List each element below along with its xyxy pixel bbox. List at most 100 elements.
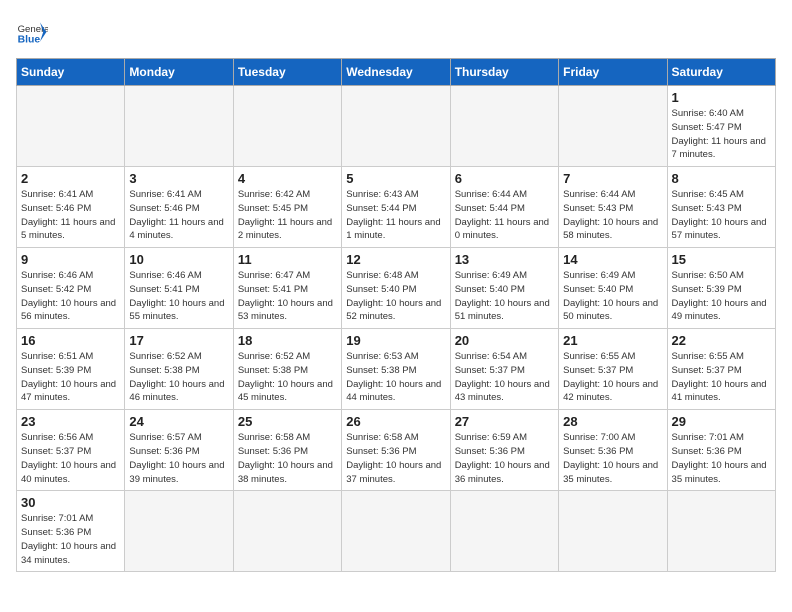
calendar-cell: 2 Sunrise: 6:41 AMSunset: 5:46 PMDaylight…: [17, 167, 125, 248]
calendar-cell: 17 Sunrise: 6:52 AMSunset: 5:38 PMDayligh…: [125, 329, 233, 410]
calendar-cell: 27 Sunrise: 6:59 AMSunset: 5:36 PMDayligh…: [450, 410, 558, 491]
calendar-cell: [450, 491, 558, 572]
day-number: 12: [346, 252, 445, 267]
day-number: 30: [21, 495, 120, 510]
day-number: 20: [455, 333, 554, 348]
day-info: Sunrise: 6:48 AMSunset: 5:40 PMDaylight:…: [346, 269, 445, 324]
calendar-week-0: 1 Sunrise: 6:40 AMSunset: 5:47 PMDaylight…: [17, 86, 776, 167]
day-info: Sunrise: 6:59 AMSunset: 5:36 PMDaylight:…: [455, 431, 554, 486]
calendar-cell: 24 Sunrise: 6:57 AMSunset: 5:36 PMDayligh…: [125, 410, 233, 491]
calendar-cell: [559, 491, 667, 572]
day-number: 27: [455, 414, 554, 429]
calendar-cell: 11Sunrise: 6:47 AMSunset: 5:41 PMDayligh…: [233, 248, 341, 329]
calendar-cell: 12 Sunrise: 6:48 AMSunset: 5:40 PMDayligh…: [342, 248, 450, 329]
calendar-cell: 4Sunrise: 6:42 AMSunset: 5:45 PMDaylight…: [233, 167, 341, 248]
day-number: 8: [672, 171, 771, 186]
calendar-cell: 1 Sunrise: 6:40 AMSunset: 5:47 PMDaylight…: [667, 86, 775, 167]
calendar-cell: [125, 491, 233, 572]
calendar-cell: 30Sunrise: 7:01 AMSunset: 5:36 PMDayligh…: [17, 491, 125, 572]
calendar-cell: 29 Sunrise: 7:01 AMSunset: 5:36 PMDayligh…: [667, 410, 775, 491]
day-info: Sunrise: 6:40 AMSunset: 5:47 PMDaylight:…: [672, 107, 771, 162]
day-info: Sunrise: 6:46 AMSunset: 5:41 PMDaylight:…: [129, 269, 228, 324]
day-number: 9: [21, 252, 120, 267]
day-info: Sunrise: 6:43 AMSunset: 5:44 PMDaylight:…: [346, 188, 445, 243]
calendar-cell: 6 Sunrise: 6:44 AMSunset: 5:44 PMDaylight…: [450, 167, 558, 248]
day-header-monday: Monday: [125, 59, 233, 86]
day-number: 7: [563, 171, 662, 186]
day-info: Sunrise: 6:52 AMSunset: 5:38 PMDaylight:…: [129, 350, 228, 405]
day-number: 1: [672, 90, 771, 105]
logo-icon: General Blue: [16, 16, 48, 48]
day-number: 4: [238, 171, 337, 186]
day-number: 16: [21, 333, 120, 348]
day-number: 18: [238, 333, 337, 348]
calendar-cell: 10 Sunrise: 6:46 AMSunset: 5:41 PMDayligh…: [125, 248, 233, 329]
day-number: 3: [129, 171, 228, 186]
calendar-cell: 15 Sunrise: 6:50 AMSunset: 5:39 PMDayligh…: [667, 248, 775, 329]
calendar-cell: 9Sunrise: 6:46 AMSunset: 5:42 PMDaylight…: [17, 248, 125, 329]
day-header-thursday: Thursday: [450, 59, 558, 86]
calendar-cell: 22Sunrise: 6:55 AMSunset: 5:37 PMDayligh…: [667, 329, 775, 410]
day-info: Sunrise: 6:41 AMSunset: 5:46 PMDaylight:…: [129, 188, 228, 243]
day-number: 26: [346, 414, 445, 429]
day-number: 10: [129, 252, 228, 267]
calendar-cell: 25Sunrise: 6:58 AMSunset: 5:36 PMDayligh…: [233, 410, 341, 491]
calendar-cell: 28Sunrise: 7:00 AMSunset: 5:36 PMDayligh…: [559, 410, 667, 491]
day-number: 13: [455, 252, 554, 267]
calendar-week-5: 30Sunrise: 7:01 AMSunset: 5:36 PMDayligh…: [17, 491, 776, 572]
day-info: Sunrise: 6:58 AMSunset: 5:36 PMDaylight:…: [238, 431, 337, 486]
calendar-cell: 26 Sunrise: 6:58 AMSunset: 5:36 PMDayligh…: [342, 410, 450, 491]
svg-text:Blue: Blue: [18, 34, 41, 45]
calendar-header-row: SundayMondayTuesdayWednesdayThursdayFrid…: [17, 59, 776, 86]
day-info: Sunrise: 6:55 AMSunset: 5:37 PMDaylight:…: [563, 350, 662, 405]
day-number: 14: [563, 252, 662, 267]
day-info: Sunrise: 7:00 AMSunset: 5:36 PMDaylight:…: [563, 431, 662, 486]
day-number: 2: [21, 171, 120, 186]
day-number: 21: [563, 333, 662, 348]
calendar-cell: 20 Sunrise: 6:54 AMSunset: 5:37 PMDayligh…: [450, 329, 558, 410]
calendar-week-1: 2 Sunrise: 6:41 AMSunset: 5:46 PMDaylight…: [17, 167, 776, 248]
day-info: Sunrise: 6:58 AMSunset: 5:36 PMDaylight:…: [346, 431, 445, 486]
day-info: Sunrise: 6:44 AMSunset: 5:43 PMDaylight:…: [563, 188, 662, 243]
calendar-cell: [125, 86, 233, 167]
day-number: 24: [129, 414, 228, 429]
day-info: Sunrise: 6:51 AMSunset: 5:39 PMDaylight:…: [21, 350, 120, 405]
calendar-cell: 14 Sunrise: 6:49 AMSunset: 5:40 PMDayligh…: [559, 248, 667, 329]
day-number: 17: [129, 333, 228, 348]
day-info: Sunrise: 6:54 AMSunset: 5:37 PMDaylight:…: [455, 350, 554, 405]
day-info: Sunrise: 6:52 AMSunset: 5:38 PMDaylight:…: [238, 350, 337, 405]
calendar-cell: [17, 86, 125, 167]
calendar-cell: 7 Sunrise: 6:44 AMSunset: 5:43 PMDaylight…: [559, 167, 667, 248]
day-info: Sunrise: 6:44 AMSunset: 5:44 PMDaylight:…: [455, 188, 554, 243]
day-info: Sunrise: 6:53 AMSunset: 5:38 PMDaylight:…: [346, 350, 445, 405]
calendar-cell: 13 Sunrise: 6:49 AMSunset: 5:40 PMDayligh…: [450, 248, 558, 329]
calendar-table: SundayMondayTuesdayWednesdayThursdayFrid…: [16, 58, 776, 572]
calendar-cell: 23Sunrise: 6:56 AMSunset: 5:37 PMDayligh…: [17, 410, 125, 491]
calendar-cell: [559, 86, 667, 167]
calendar-cell: [233, 491, 341, 572]
day-info: Sunrise: 6:41 AMSunset: 5:46 PMDaylight:…: [21, 188, 120, 243]
calendar-cell: [233, 86, 341, 167]
day-header-tuesday: Tuesday: [233, 59, 341, 86]
day-number: 15: [672, 252, 771, 267]
day-info: Sunrise: 6:57 AMSunset: 5:36 PMDaylight:…: [129, 431, 228, 486]
calendar-cell: [450, 86, 558, 167]
day-info: Sunrise: 6:50 AMSunset: 5:39 PMDaylight:…: [672, 269, 771, 324]
calendar-cell: 3 Sunrise: 6:41 AMSunset: 5:46 PMDaylight…: [125, 167, 233, 248]
day-header-saturday: Saturday: [667, 59, 775, 86]
day-info: Sunrise: 7:01 AMSunset: 5:36 PMDaylight:…: [672, 431, 771, 486]
day-info: Sunrise: 6:49 AMSunset: 5:40 PMDaylight:…: [563, 269, 662, 324]
calendar-cell: 18 Sunrise: 6:52 AMSunset: 5:38 PMDayligh…: [233, 329, 341, 410]
day-number: 22: [672, 333, 771, 348]
logo: General Blue: [16, 16, 48, 48]
day-number: 6: [455, 171, 554, 186]
day-info: Sunrise: 6:49 AMSunset: 5:40 PMDaylight:…: [455, 269, 554, 324]
day-number: 5: [346, 171, 445, 186]
day-number: 29: [672, 414, 771, 429]
calendar-cell: 21 Sunrise: 6:55 AMSunset: 5:37 PMDayligh…: [559, 329, 667, 410]
calendar-cell: 16 Sunrise: 6:51 AMSunset: 5:39 PMDayligh…: [17, 329, 125, 410]
calendar-cell: 5 Sunrise: 6:43 AMSunset: 5:44 PMDaylight…: [342, 167, 450, 248]
calendar-week-3: 16 Sunrise: 6:51 AMSunset: 5:39 PMDayligh…: [17, 329, 776, 410]
day-info: Sunrise: 6:45 AMSunset: 5:43 PMDaylight:…: [672, 188, 771, 243]
day-number: 19: [346, 333, 445, 348]
